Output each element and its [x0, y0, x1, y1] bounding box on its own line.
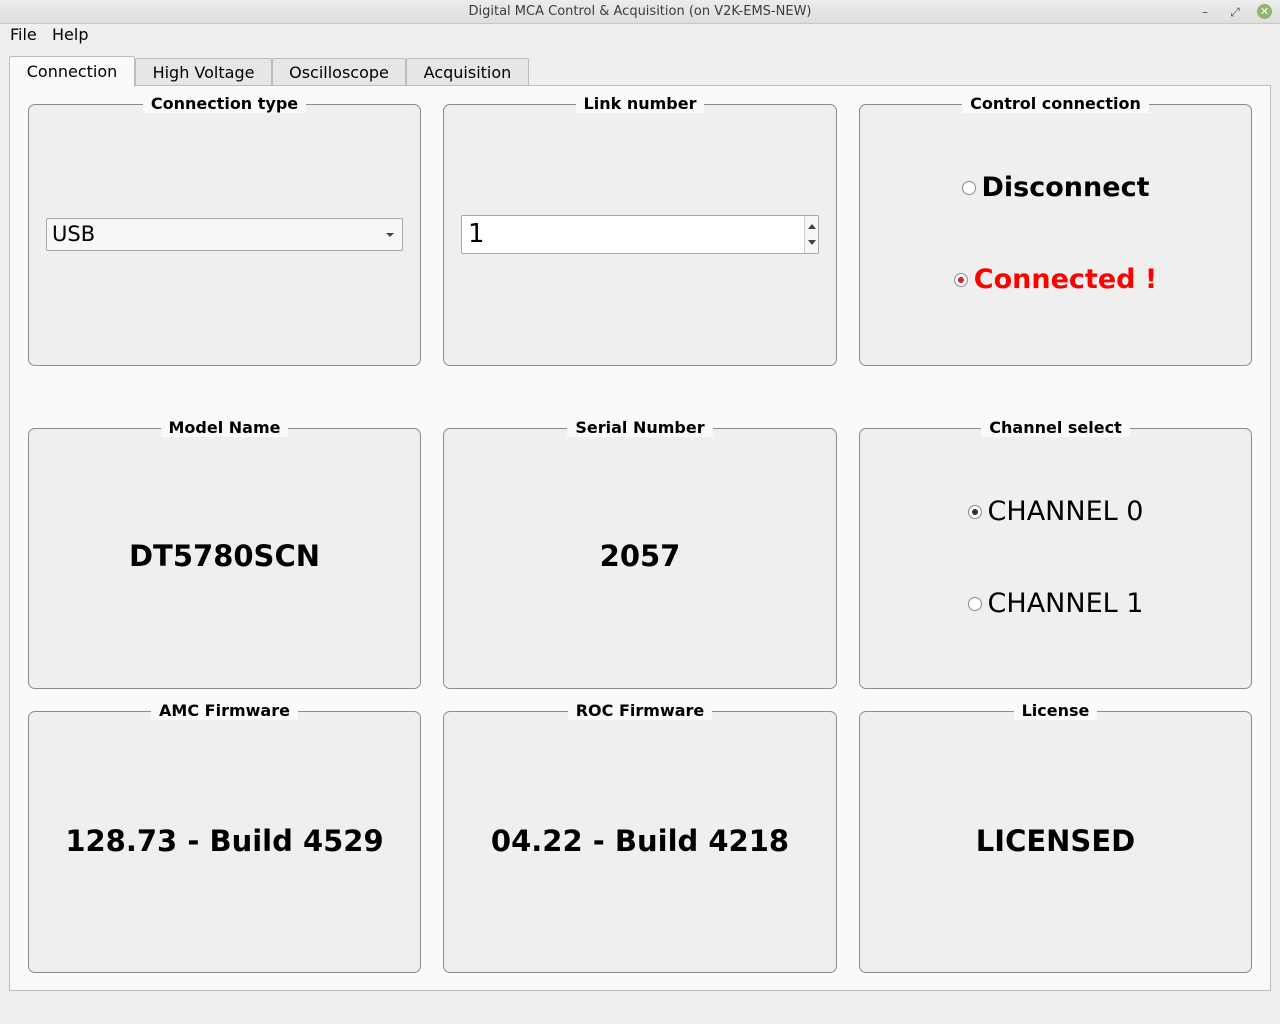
channel-1-label: CHANNEL 1 [987, 588, 1144, 619]
group-title: ROC Firmware [567, 701, 713, 720]
maximize-icon[interactable]: ⤢ [1226, 3, 1244, 21]
radio-checked-icon[interactable] [953, 272, 968, 287]
group-title: Model Name [160, 418, 289, 437]
title-bar: Digital MCA Control & Acquisition (on V2… [0, 0, 1280, 24]
model-name-group: Model Name DT5780SCN [28, 418, 421, 689]
connection-type-select[interactable]: USB [46, 218, 403, 251]
link-number-value: 1 [468, 219, 485, 249]
group-title: Connection type [142, 94, 307, 113]
amc-firmware-value: 128.73 - Build 4529 [65, 824, 384, 858]
connection-type-value: USB [52, 222, 96, 246]
tab-acquisition[interactable]: Acquisition [406, 58, 529, 87]
disconnect-label: Disconnect [981, 172, 1150, 203]
spin-buttons[interactable] [804, 216, 818, 253]
group-title: Serial Number [567, 418, 713, 437]
model-name-value: DT5780SCN [128, 539, 320, 573]
roc-firmware-group: ROC Firmware 04.22 - Build 4218 [443, 701, 837, 973]
connection-type-group: Connection type USB [28, 94, 421, 366]
license-value: LICENSED [975, 824, 1136, 858]
tab-oscilloscope[interactable]: Oscilloscope [272, 58, 406, 87]
connection-panel: Connection type USB Link number 1 Contro… [9, 85, 1271, 991]
serial-number-group: Serial Number 2057 [443, 418, 837, 689]
connected-radio[interactable]: Connected ! [860, 263, 1251, 295]
tab-connection[interactable]: Connection [9, 56, 135, 87]
chevron-down-icon [386, 233, 394, 237]
channel-0-radio[interactable]: CHANNEL 0 [860, 495, 1251, 527]
window-title: Digital MCA Control & Acquisition (on V2… [468, 4, 812, 19]
spin-down-icon[interactable] [808, 240, 816, 245]
group-title: License [1013, 701, 1098, 720]
radio-checked-icon[interactable] [967, 504, 982, 519]
amc-firmware-group: AMC Firmware 128.73 - Build 4529 [28, 701, 421, 973]
menu-bar: File Help [0, 24, 1280, 46]
control-connection-group: Control connection Disconnect Connected … [859, 94, 1252, 366]
serial-number-value: 2057 [599, 539, 681, 573]
group-title: Link number [575, 94, 705, 113]
spin-up-icon[interactable] [808, 224, 816, 229]
tab-high-voltage[interactable]: High Voltage [135, 58, 272, 87]
channel-1-radio[interactable]: CHANNEL 1 [860, 587, 1251, 619]
group-title: Channel select [981, 418, 1130, 437]
link-number-spinbox[interactable]: 1 [461, 215, 819, 254]
radio-icon[interactable] [967, 596, 982, 611]
link-number-group: Link number 1 [443, 94, 837, 366]
group-title: AMC Firmware [151, 701, 298, 720]
group-title: Control connection [962, 94, 1149, 113]
radio-icon[interactable] [961, 180, 976, 195]
channel-0-label: CHANNEL 0 [987, 496, 1144, 527]
connected-label: Connected ! [973, 264, 1158, 295]
license-group: License LICENSED [859, 701, 1252, 973]
disconnect-radio[interactable]: Disconnect [860, 171, 1251, 203]
close-icon[interactable]: ✕ [1257, 4, 1272, 19]
menu-help[interactable]: Help [52, 25, 88, 44]
menu-file[interactable]: File [10, 25, 37, 44]
minimize-icon[interactable]: – [1196, 3, 1214, 21]
roc-firmware-value: 04.22 - Build 4218 [490, 824, 790, 858]
channel-select-group: Channel select CHANNEL 0 CHANNEL 1 [859, 418, 1252, 689]
